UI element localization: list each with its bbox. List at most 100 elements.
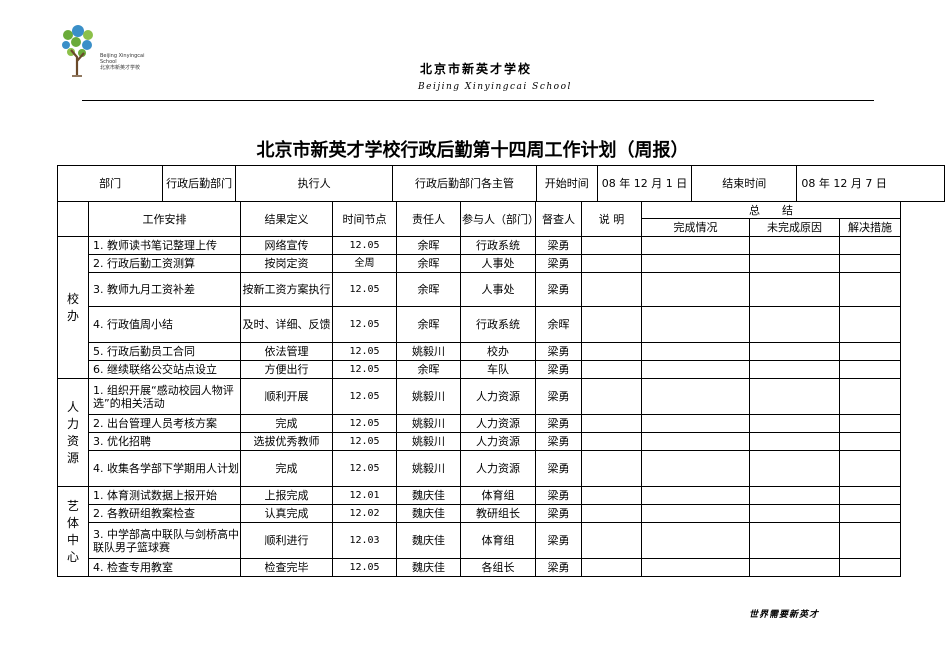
task-cell: 1. 组织开展“感动校园人物评选”的相关活动 xyxy=(88,378,241,415)
result-cell: 及时、详细、反馈 xyxy=(240,306,333,343)
result-cell: 选拔优秀教师 xyxy=(240,432,333,451)
solution-cell xyxy=(839,504,901,523)
note-cell xyxy=(581,378,642,415)
done-cell xyxy=(641,360,750,379)
checker-cell: 梁勇 xyxy=(535,236,582,255)
dept-value: 行政后勤部门 xyxy=(162,165,237,202)
task-cell: 4. 收集各学部下学期用人计划 xyxy=(88,450,241,487)
undone-cell xyxy=(749,306,840,343)
task-cell: 3. 教师九月工资补差 xyxy=(88,272,241,307)
undone-cell xyxy=(749,504,840,523)
done-cell xyxy=(641,342,750,361)
checker-cell: 梁勇 xyxy=(535,558,582,577)
time-cell: 12.03 xyxy=(332,522,397,559)
task-cell: 6. 继续联络公交站点设立 xyxy=(88,360,241,379)
task-cell: 5. 行政后勤员工合同 xyxy=(88,342,241,361)
end-value: 08 年 12 月 7 日 xyxy=(796,165,945,202)
col-checker: 督查人 xyxy=(535,201,582,237)
time-cell: 12.05 xyxy=(332,306,397,343)
owner-cell: 魏庆佳 xyxy=(396,522,461,559)
owner-cell: 姚毅川 xyxy=(396,378,461,415)
participant-cell: 校办 xyxy=(460,342,536,361)
result-cell: 认真完成 xyxy=(240,504,333,523)
solution-cell xyxy=(839,254,901,273)
note-cell xyxy=(581,450,642,487)
col-participant: 参与人（部门） xyxy=(460,201,536,237)
col-done: 完成情况 xyxy=(641,218,750,237)
result-cell: 上报完成 xyxy=(240,486,333,505)
task-cell: 2. 行政后勤工资测算 xyxy=(88,254,241,273)
undone-cell xyxy=(749,342,840,361)
owner-cell: 余晖 xyxy=(396,254,461,273)
time-cell: 12.05 xyxy=(332,558,397,577)
start-value: 08 年 12 月 1 日 xyxy=(596,165,693,202)
checker-cell: 梁勇 xyxy=(535,486,582,505)
checker-cell: 梁勇 xyxy=(535,432,582,451)
note-cell xyxy=(581,254,642,273)
result-cell: 完成 xyxy=(240,414,333,433)
note-cell xyxy=(581,558,642,577)
table-row: 4. 行政值周小结 及时、详细、反馈 12.05 余晖 行政系统 余晖 xyxy=(58,306,901,343)
checker-cell: 梁勇 xyxy=(535,254,582,273)
note-cell xyxy=(581,432,642,451)
task-cell: 1. 教师读书笔记整理上传 xyxy=(88,236,241,255)
note-cell xyxy=(581,342,642,361)
undone-cell xyxy=(749,272,840,307)
table-row: 艺体中心 1. 体育测试数据上报开始 上报完成 12.01 魏庆佳 体育组 梁勇 xyxy=(57,486,901,577)
school-name-cn: 北京市新英才学校 xyxy=(420,62,533,76)
undone-cell xyxy=(749,450,840,487)
executor-label: 执行人 xyxy=(235,165,394,202)
table-row: 人力资源 1. 组织开展“感动校园人物评选”的相关活动 顺利开展 12.05 姚毅川 人力… xyxy=(57,378,901,487)
header-divider xyxy=(82,100,874,101)
result-cell: 方便出行 xyxy=(240,360,333,379)
time-cell: 12.05 xyxy=(332,272,397,307)
checker-cell: 梁勇 xyxy=(535,342,582,361)
done-cell xyxy=(641,504,750,523)
participant-cell: 体育组 xyxy=(460,486,536,505)
solution-cell xyxy=(839,378,901,415)
owner-cell: 姚毅川 xyxy=(396,414,461,433)
done-cell xyxy=(641,306,750,343)
col-result: 结果定义 xyxy=(240,201,333,237)
col-time: 时间节点 xyxy=(332,201,397,237)
solution-cell xyxy=(839,486,901,505)
owner-cell: 姚毅川 xyxy=(396,432,461,451)
participant-cell: 教研组长 xyxy=(460,504,536,523)
table-row: 4. 检查专用教室 检查完毕 12.05 魏庆佳 各组长 梁勇 xyxy=(58,558,901,577)
note-cell xyxy=(581,486,642,505)
solution-cell xyxy=(839,432,901,451)
dept-label: 部门 xyxy=(56,165,164,202)
result-cell: 网络宣传 xyxy=(240,236,333,255)
time-cell: 12.05 xyxy=(332,450,397,487)
solution-cell xyxy=(839,360,901,379)
undone-cell xyxy=(749,486,840,505)
result-cell: 顺利开展 xyxy=(240,378,333,415)
note-cell xyxy=(581,414,642,433)
participant-cell: 人力资源 xyxy=(460,432,536,451)
task-cell: 2. 出台管理人员考核方案 xyxy=(88,414,241,433)
task-cell: 4. 行政值周小结 xyxy=(88,306,241,343)
participant-cell: 体育组 xyxy=(460,522,536,559)
owner-cell: 魏庆佳 xyxy=(396,486,461,505)
undone-cell xyxy=(749,558,840,577)
checker-cell: 梁勇 xyxy=(535,272,582,307)
table-row: 3. 优化招聘 选拔优秀教师 12.05 姚毅川 人力资源 梁勇 xyxy=(58,432,901,451)
done-cell xyxy=(641,558,750,577)
solution-cell xyxy=(839,558,901,577)
undone-cell xyxy=(749,522,840,559)
done-cell xyxy=(641,522,750,559)
note-cell xyxy=(581,360,642,379)
table-row: 2. 行政后勤工资测算 按岗定资 全周 余晖 人事处 梁勇 xyxy=(58,254,901,273)
done-cell xyxy=(641,236,750,255)
checker-cell: 梁勇 xyxy=(535,414,582,433)
col-owner: 责任人 xyxy=(396,201,461,237)
result-cell: 完成 xyxy=(240,450,333,487)
solution-cell xyxy=(839,306,901,343)
owner-cell: 姚毅川 xyxy=(396,342,461,361)
dept-col-header xyxy=(57,201,89,237)
done-cell xyxy=(641,254,750,273)
time-cell: 12.01 xyxy=(332,486,397,505)
participant-cell: 人事处 xyxy=(460,272,536,307)
col-solution: 解决措施 xyxy=(839,218,901,237)
col-work: 工作安排 xyxy=(88,201,241,237)
